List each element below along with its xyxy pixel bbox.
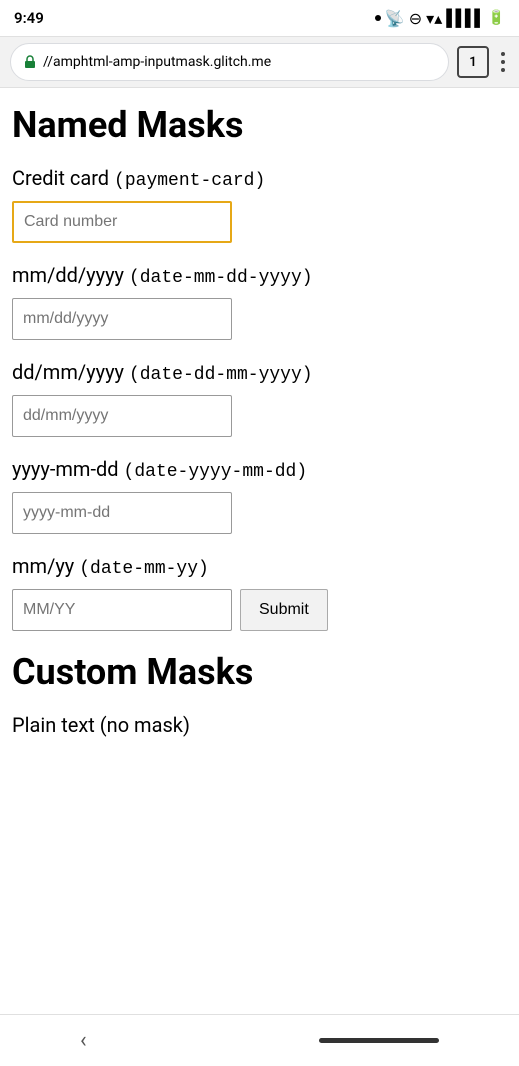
url-bar[interactable]: //amphtml-amp-inputmask.glitch.me [10, 43, 449, 81]
section-date-mm-yy-label: mm/yy (date-mm-yy) [12, 554, 507, 579]
minus-circle-icon: ⊖ [409, 9, 422, 28]
page-content: Named Masks Credit card (payment-card) m… [0, 88, 519, 767]
menu-dot-3 [501, 68, 505, 72]
page-title: Named Masks [12, 104, 507, 146]
section-date-mm-yy: mm/yy (date-mm-yy) Submit [12, 554, 507, 631]
date-mm-dd-yyyy-input[interactable] [12, 298, 232, 340]
section-date-mm-yy-code: (date-mm-yy) [79, 559, 209, 579]
status-bar: 9:49 📡 ⊖ ▾▴ ▌▌▌▌ 🔋 [0, 0, 519, 36]
tab-count[interactable]: 1 [457, 46, 489, 78]
section-date-dd-mm-yyyy: dd/mm/yyyy (date-dd-mm-yyyy) [12, 360, 507, 437]
submit-button[interactable]: Submit [240, 589, 328, 631]
wifi-icon: ▾▴ [426, 9, 442, 28]
section-date-mm-dd-yyyy-code: (date-mm-dd-yyyy) [129, 268, 313, 288]
date-yyyy-mm-dd-input-row [12, 492, 507, 534]
custom-masks-section: Custom Masks Plain text (no mask) [12, 651, 507, 737]
date-mm-yy-input[interactable] [12, 589, 232, 631]
home-indicator[interactable] [319, 1038, 439, 1043]
section-date-yyyy-mm-dd-code: (date-yyyy-mm-dd) [124, 462, 308, 482]
date-yyyy-mm-dd-input[interactable] [12, 492, 232, 534]
section-date-dd-mm-yyyy-label: dd/mm/yyyy (date-dd-mm-yyyy) [12, 360, 507, 385]
browser-bar: //amphtml-amp-inputmask.glitch.me 1 [0, 36, 519, 88]
url-text: //amphtml-amp-inputmask.glitch.me [43, 54, 271, 70]
menu-dot-2 [501, 60, 505, 64]
section-credit-card: Credit card (payment-card) [12, 166, 507, 243]
menu-dot-1 [501, 52, 505, 56]
signal-icon: ▌▌▌▌ [446, 8, 483, 28]
section-date-mm-dd-yyyy-label: mm/dd/yyyy (date-mm-dd-yyyy) [12, 263, 507, 288]
date-dd-mm-yyyy-input-row [12, 395, 507, 437]
section-credit-card-label: Credit card (payment-card) [12, 166, 507, 191]
dot-icon [375, 15, 381, 21]
battery-icon: 🔋 [488, 10, 505, 26]
credit-card-input-row [12, 201, 507, 243]
cast-icon: 📡 [385, 9, 405, 28]
section-credit-card-code: (payment-card) [114, 171, 265, 191]
date-mm-yy-input-row: Submit [12, 589, 507, 631]
date-mm-dd-yyyy-input-row [12, 298, 507, 340]
status-time: 9:49 [14, 9, 44, 27]
status-icons: 📡 ⊖ ▾▴ ▌▌▌▌ 🔋 [375, 8, 505, 28]
menu-button[interactable] [497, 48, 509, 76]
credit-card-input[interactable] [12, 201, 232, 243]
section-date-dd-mm-yyyy-code: (date-dd-mm-yyyy) [129, 365, 313, 385]
date-dd-mm-yyyy-input[interactable] [12, 395, 232, 437]
back-button[interactable]: ‹ [80, 1028, 87, 1053]
bottom-nav: ‹ [0, 1014, 519, 1066]
lock-icon [23, 55, 37, 69]
section-date-mm-dd-yyyy: mm/dd/yyyy (date-mm-dd-yyyy) [12, 263, 507, 340]
section-date-yyyy-mm-dd-label: yyyy-mm-dd (date-yyyy-mm-dd) [12, 457, 507, 482]
custom-masks-title: Custom Masks [12, 651, 507, 693]
plain-text-label: Plain text (no mask) [12, 713, 507, 737]
section-date-yyyy-mm-dd: yyyy-mm-dd (date-yyyy-mm-dd) [12, 457, 507, 534]
